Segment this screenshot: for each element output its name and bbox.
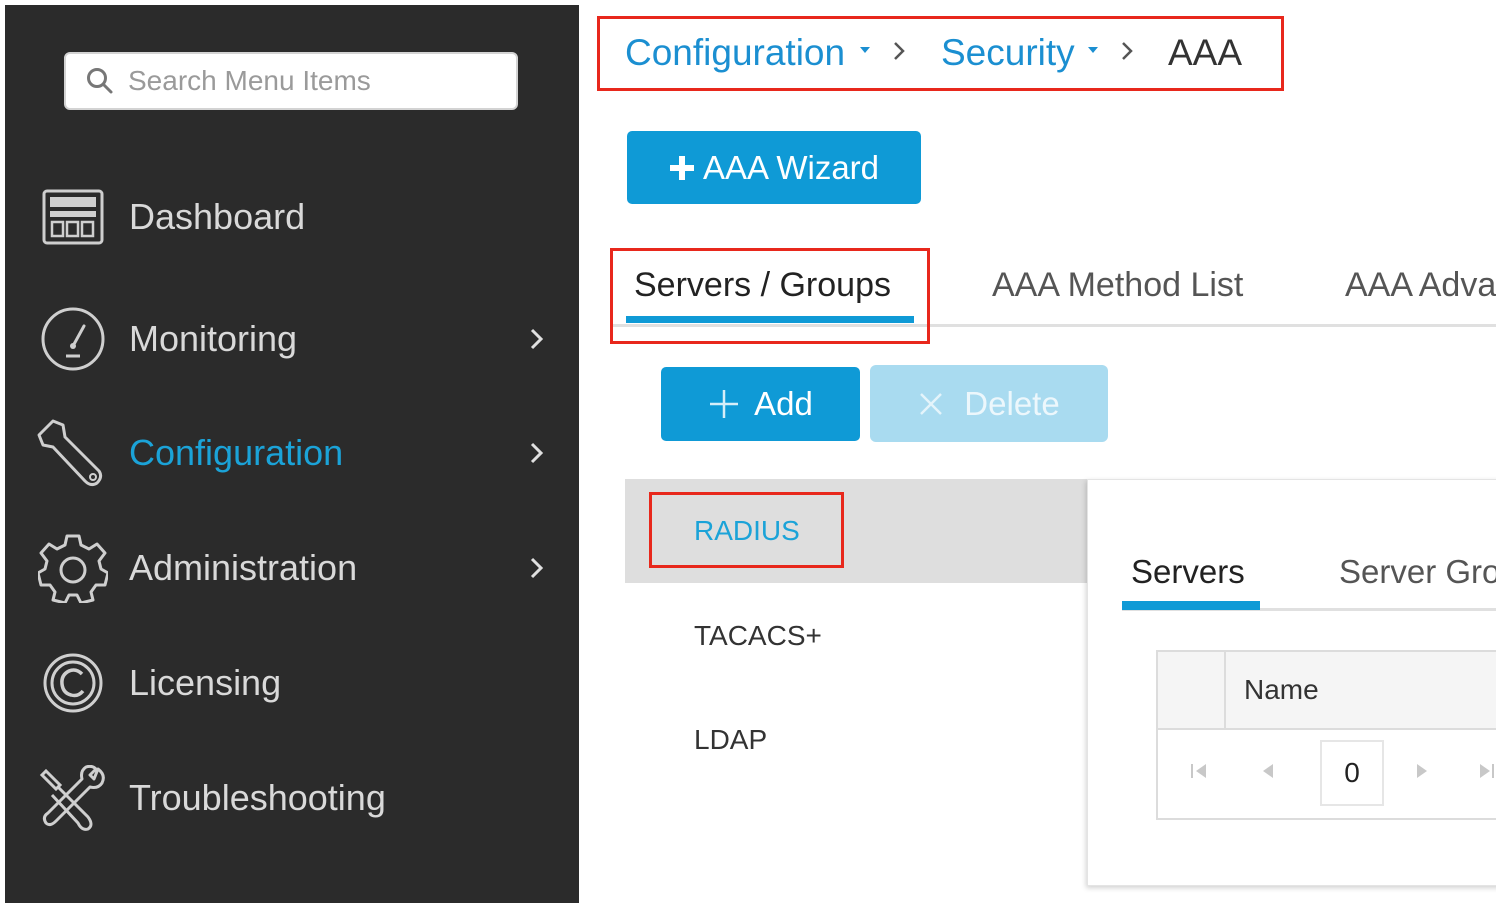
sidebar: Dashboard Monitoring Configuration xyxy=(5,5,579,903)
chevron-right-icon xyxy=(530,442,544,464)
gear-icon xyxy=(37,532,109,604)
nav-label-licensing: Licensing xyxy=(129,662,282,703)
plus-icon xyxy=(710,390,739,418)
protocol-label: RADIUS xyxy=(694,515,800,546)
table-header: Name xyxy=(1158,652,1496,730)
wrench-icon xyxy=(37,417,109,489)
nav-item-dashboard[interactable]: Dashboard xyxy=(5,167,579,267)
search-box[interactable] xyxy=(64,52,518,110)
aaa-wizard-label: AAA Wizard xyxy=(702,148,880,186)
close-icon xyxy=(920,392,943,415)
column-divider xyxy=(1224,652,1226,728)
search-icon xyxy=(87,68,113,94)
copyright-icon xyxy=(37,647,109,719)
chevron-right-icon xyxy=(1122,42,1133,60)
protocol-label: TACACS+ xyxy=(694,620,822,651)
first-page-icon[interactable] xyxy=(1188,760,1210,782)
list-item-radius[interactable]: RADIUS xyxy=(625,479,1087,583)
tools-icon xyxy=(37,762,109,834)
active-tab-indicator xyxy=(626,316,914,323)
search-input[interactable] xyxy=(126,64,490,98)
nav-label-administration: Administration xyxy=(129,547,358,588)
caret-down-icon xyxy=(860,47,870,53)
dashboard-icon xyxy=(37,181,109,253)
list-item-ldap[interactable]: LDAP xyxy=(625,688,1087,792)
nav-item-administration[interactable]: Administration xyxy=(5,518,579,618)
panel-active-tab-indicator xyxy=(1122,601,1260,610)
breadcrumb-aaa: AAA xyxy=(1168,32,1243,73)
nav-label-dashboard: Dashboard xyxy=(129,196,306,237)
caret-down-icon xyxy=(1088,47,1098,53)
chevron-right-icon xyxy=(530,557,544,579)
tab-servers[interactable]: Servers xyxy=(1131,553,1245,591)
nav-label-troubleshooting: Troubleshooting xyxy=(129,777,386,818)
tab-aaa-method-list[interactable]: AAA Method List xyxy=(992,266,1243,305)
last-page-icon[interactable] xyxy=(1476,760,1496,782)
next-page-icon[interactable] xyxy=(1412,760,1432,782)
breadcrumb-security[interactable]: Security xyxy=(941,32,1075,74)
previous-page-icon[interactable] xyxy=(1258,760,1278,782)
tab-server-groups[interactable]: Server Gro xyxy=(1339,553,1496,591)
nav-label-configuration: Configuration xyxy=(129,432,344,473)
aaa-wizard-button[interactable]: AAA Wizard xyxy=(627,131,921,204)
add-label: Add xyxy=(754,385,813,422)
servers-table: Name xyxy=(1156,650,1496,820)
nav-item-licensing[interactable]: Licensing xyxy=(5,633,579,733)
add-button[interactable]: Add xyxy=(661,367,860,441)
gauge-icon xyxy=(37,303,109,375)
list-item-tacacs[interactable]: TACACS+ xyxy=(625,584,1087,688)
chevron-right-icon xyxy=(530,328,544,350)
page-number-input[interactable] xyxy=(1320,740,1384,806)
nav-label-monitoring: Monitoring xyxy=(129,318,298,359)
column-header-name[interactable]: Name xyxy=(1244,674,1319,706)
breadcrumb-configuration[interactable]: Configuration xyxy=(625,32,845,74)
nav-item-monitoring[interactable]: Monitoring xyxy=(5,289,579,389)
chevron-right-icon xyxy=(894,42,905,60)
tab-aaa-advanced[interactable]: AAA Adva xyxy=(1345,266,1496,305)
delete-button[interactable]: Delete xyxy=(870,365,1108,442)
delete-label: Delete xyxy=(964,384,1060,422)
tab-servers-groups[interactable]: Servers / Groups xyxy=(634,266,891,305)
tabs-divider xyxy=(610,324,1496,327)
nav-item-configuration[interactable]: Configuration xyxy=(5,403,579,503)
protocol-label: LDAP xyxy=(694,724,768,755)
nav-item-troubleshooting[interactable]: Troubleshooting xyxy=(5,748,579,848)
plus-icon xyxy=(669,155,694,180)
